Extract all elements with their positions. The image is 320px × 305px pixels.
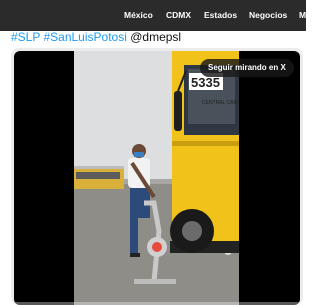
mention-text: @dmepsl — [130, 30, 182, 44]
nav-item-mexico[interactable]: México — [124, 0, 153, 31]
tweet-text: #SLP #SanLuisPotosi @dmepsl — [11, 29, 303, 45]
nav-item-estados[interactable]: Estados — [204, 0, 237, 31]
hashtag-link[interactable]: #SanLuisPotosi — [43, 30, 126, 44]
watch-on-x-button[interactable]: Seguir mirando en X — [200, 59, 294, 77]
site-header: México CDMX Estados Negocios M — [0, 0, 306, 31]
bus-route-text: CENTRAL CAR — [202, 100, 237, 106]
bus-number: 5335 — [191, 75, 220, 90]
embedded-post: 5335 CENTRAL CAR Seguir mirando en X — [11, 48, 303, 305]
video-frame: 5335 CENTRAL CAR — [74, 51, 239, 305]
video-player[interactable]: 5335 CENTRAL CAR Seguir mirando en X — [14, 51, 300, 305]
nav-item-negocios[interactable]: Negocios — [249, 0, 287, 31]
nav-item-more[interactable]: M — [299, 0, 306, 31]
hashtag-link[interactable]: #SLP — [11, 30, 40, 44]
nav-item-cdmx[interactable]: CDMX — [166, 0, 191, 31]
